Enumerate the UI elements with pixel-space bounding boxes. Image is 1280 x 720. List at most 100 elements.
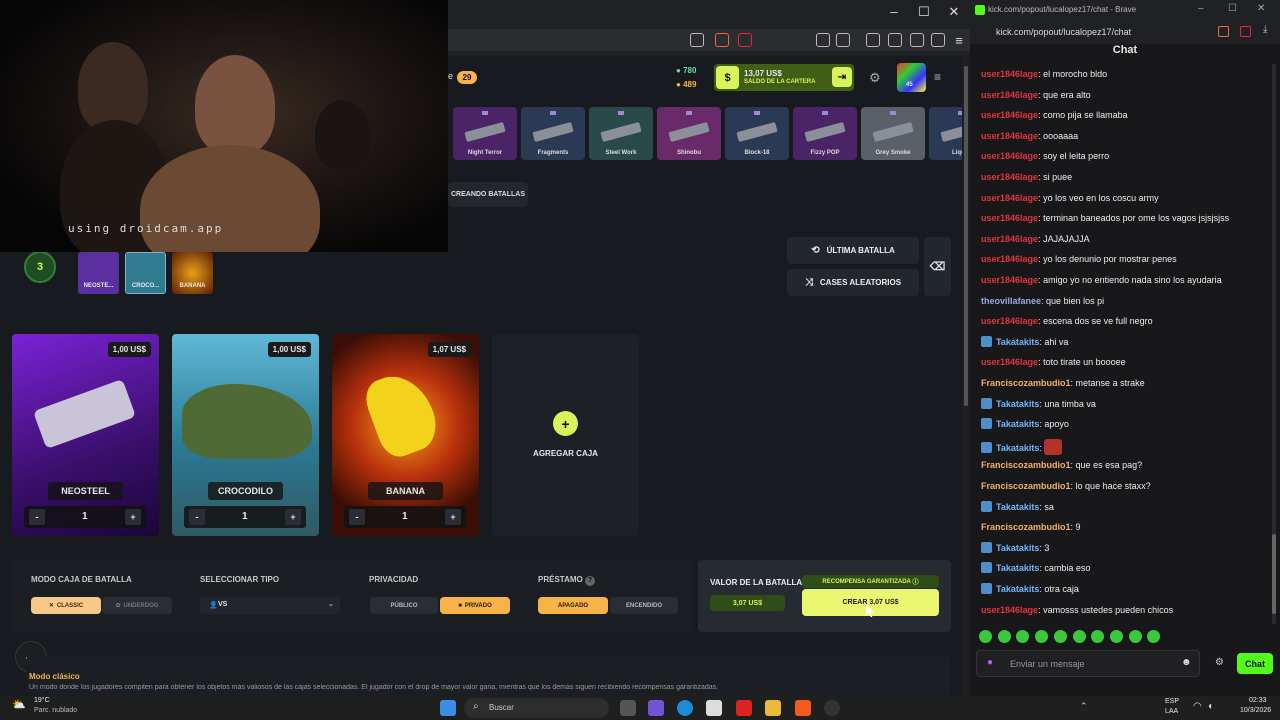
chat-username[interactable]: Takatakits bbox=[996, 337, 1039, 347]
edge-icon[interactable] bbox=[677, 700, 693, 716]
emote-icon[interactable] bbox=[1053, 630, 1067, 643]
chat-username[interactable]: Takatakits bbox=[996, 584, 1039, 594]
increment-button[interactable]: + bbox=[285, 509, 301, 525]
skin-item[interactable]: Block-18 bbox=[725, 107, 789, 160]
chat-username[interactable]: user1846lage bbox=[981, 316, 1038, 326]
clock-date[interactable]: 10/3/2026 bbox=[1240, 707, 1271, 714]
privacy-private-button[interactable]: ■ PRIVADO bbox=[440, 597, 510, 614]
download-icon[interactable]: ⤓ bbox=[1263, 24, 1267, 35]
extensions-icon[interactable] bbox=[816, 33, 830, 47]
hamburger-icon[interactable]: ≡ bbox=[934, 70, 941, 84]
skin-item[interactable]: Fizzy POP bbox=[793, 107, 857, 160]
skin-item[interactable]: Grey Smoke bbox=[861, 107, 925, 160]
obs-icon[interactable] bbox=[824, 700, 840, 716]
chat-username[interactable]: user1846lage bbox=[981, 357, 1038, 367]
chat-scrollbar[interactable] bbox=[1272, 64, 1276, 624]
avatar[interactable]: 45 bbox=[897, 63, 926, 92]
scrollbar-thumb[interactable] bbox=[964, 66, 968, 406]
wps-icon[interactable] bbox=[736, 700, 752, 716]
chat-username[interactable]: Franciscozambudio1 bbox=[981, 481, 1071, 491]
chat-username[interactable]: user1846lage bbox=[981, 172, 1038, 182]
chat-username[interactable]: Takatakits bbox=[996, 543, 1039, 553]
reader-icon[interactable] bbox=[836, 33, 850, 47]
brave-shield-icon[interactable] bbox=[715, 33, 729, 47]
chat-address-bar[interactable]: kick.com/popout/lucalopez17/chat ⤓ bbox=[970, 20, 1280, 44]
maximize-button[interactable]: ☐ bbox=[910, 4, 938, 20]
mini-case-neosteel[interactable]: NEOSTE... bbox=[78, 252, 119, 294]
chat-username[interactable]: Takatakits bbox=[996, 399, 1039, 409]
chat-username[interactable]: user1846lage bbox=[981, 151, 1038, 161]
random-cases-button[interactable]: ⤨ CASES ALEATORIOS bbox=[787, 269, 919, 296]
settings-icon[interactable]: ⚙ bbox=[869, 70, 881, 86]
decrement-button[interactable]: - bbox=[189, 509, 205, 525]
case-card-neosteel[interactable]: 1,00 US$ NEOSTEEL - 1 + bbox=[12, 334, 159, 536]
case-card-crocodilo[interactable]: 1,00 US$ CROCODILO - 1 + bbox=[172, 334, 319, 536]
chat-username[interactable]: Takatakits bbox=[996, 443, 1039, 453]
share-icon[interactable] bbox=[690, 33, 704, 47]
chat-username[interactable]: user1846lage bbox=[981, 193, 1038, 203]
increment-button[interactable]: + bbox=[445, 509, 461, 525]
chat-scrollbar-thumb[interactable] bbox=[1272, 534, 1276, 614]
send-chat-button[interactable]: Chat bbox=[1237, 653, 1273, 674]
copilot-icon[interactable] bbox=[648, 700, 664, 716]
case-card-banana[interactable]: 1,07 US$ BANANA - 1 + bbox=[332, 334, 479, 536]
maximize-button[interactable]: ☐ bbox=[1228, 3, 1237, 14]
chat-username[interactable]: user1846lage bbox=[981, 254, 1038, 264]
emote-icon[interactable] bbox=[1109, 630, 1123, 643]
last-battle-button[interactable]: ⟲ ÚLTIMA BATALLA bbox=[787, 237, 919, 264]
taskbar-search[interactable]: ⌕ Buscar bbox=[464, 698, 609, 718]
brave-rewards-icon[interactable] bbox=[1240, 26, 1251, 37]
privacy-public-button[interactable]: PÚBLICO bbox=[370, 597, 438, 614]
help-icon[interactable]: ? bbox=[584, 576, 595, 586]
chat-settings-icon[interactable]: ⚙ bbox=[1215, 657, 1224, 668]
chat-username[interactable]: theovillafanee bbox=[981, 296, 1041, 306]
chat-input[interactable]: ● Enviar un mensaje ☻ bbox=[976, 650, 1200, 677]
wallet-icon[interactable] bbox=[888, 33, 902, 47]
emoji-icon[interactable]: ☻ bbox=[1181, 657, 1192, 668]
mode-underdog-button[interactable]: ✿ UNDERDOG bbox=[102, 597, 172, 614]
weather-text[interactable]: Parc. nublado bbox=[34, 707, 77, 714]
add-case-card[interactable]: + AGREGAR CAJA bbox=[492, 334, 639, 536]
region[interactable]: LAA bbox=[1165, 708, 1178, 715]
decrement-button[interactable]: - bbox=[29, 509, 45, 525]
chat-username[interactable]: user1846lage bbox=[981, 90, 1038, 100]
language[interactable]: ESP bbox=[1165, 698, 1179, 705]
wallet-box[interactable]: $ 13,07 US$ SALDO DE LA CARTERA ⇥ bbox=[714, 64, 854, 91]
skin-item[interactable]: Shinobu bbox=[657, 107, 721, 160]
emote-icon[interactable] bbox=[979, 630, 992, 643]
emote-icon[interactable] bbox=[1072, 630, 1086, 643]
clock-time[interactable]: 02:33 bbox=[1249, 697, 1267, 704]
start-icon[interactable] bbox=[440, 700, 456, 716]
mode-classic-button[interactable]: ✕ CLASSIC bbox=[31, 597, 101, 614]
wifi-icon[interactable]: ◠ bbox=[1193, 701, 1202, 712]
task-view-icon[interactable] bbox=[620, 700, 636, 716]
type-select[interactable]: 👤 VS ⌄ bbox=[200, 597, 340, 614]
skin-item[interactable]: Fragments bbox=[521, 107, 585, 160]
minimize-button[interactable]: – bbox=[880, 4, 908, 19]
chat-username[interactable]: user1846lage bbox=[981, 213, 1038, 223]
chat-username[interactable]: Takatakits bbox=[996, 563, 1039, 573]
close-button[interactable]: ✕ bbox=[1257, 3, 1265, 14]
emote-icon[interactable] bbox=[1035, 630, 1049, 643]
file-explorer-icon[interactable] bbox=[765, 700, 781, 716]
skin-item[interactable]: Steel Work bbox=[589, 107, 653, 160]
creating-battles-tab[interactable]: CREANDO BATALLAS bbox=[448, 182, 528, 207]
sidebar-icon[interactable] bbox=[866, 33, 880, 47]
chat-username[interactable]: Takatakits bbox=[996, 502, 1039, 512]
chat-username[interactable]: user1846lage bbox=[981, 275, 1038, 285]
chat-username[interactable]: user1846lage bbox=[981, 131, 1038, 141]
decrement-button[interactable]: - bbox=[349, 509, 365, 525]
emote-icon[interactable] bbox=[1091, 630, 1105, 643]
menu-icon[interactable]: ≡ bbox=[945, 33, 973, 48]
vpn-icon[interactable] bbox=[931, 33, 945, 47]
chat-username[interactable]: user1846lage bbox=[981, 110, 1038, 120]
mic-icon[interactable]: ● bbox=[987, 657, 993, 668]
volume-icon[interactable]: ◖ bbox=[1207, 701, 1213, 712]
emote-icon[interactable] bbox=[1016, 630, 1030, 643]
eraser-icon[interactable]: ⌫ bbox=[924, 237, 951, 296]
emote-icon[interactable] bbox=[1128, 630, 1142, 643]
minimize-button[interactable]: – bbox=[1198, 3, 1204, 14]
chat-username[interactable]: Franciscozambudio1 bbox=[981, 378, 1071, 388]
leo-icon[interactable] bbox=[910, 33, 924, 47]
brave-shield-icon[interactable] bbox=[1218, 26, 1229, 37]
